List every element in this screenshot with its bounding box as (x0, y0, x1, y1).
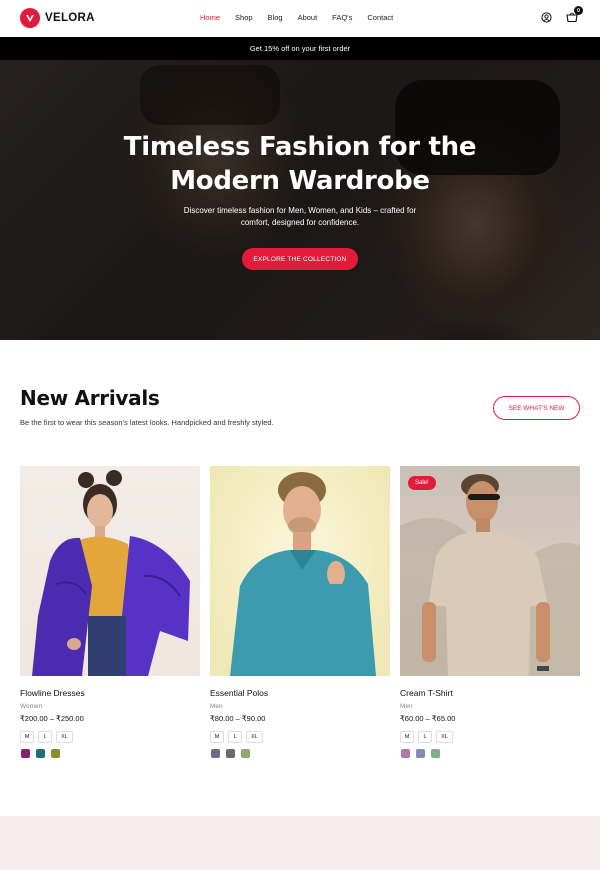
see-whats-new-button[interactable]: SEE WHAT'S NEW (493, 396, 580, 420)
logo-mark-icon (20, 8, 40, 28)
color-swatch[interactable] (401, 749, 410, 758)
product-image[interactable]: Sale! (400, 466, 580, 676)
color-swatch[interactable] (36, 749, 45, 758)
product-category: Men (210, 703, 223, 710)
product-name[interactable]: Essential Polos (210, 688, 390, 698)
color-swatch[interactable] (21, 749, 30, 758)
product-card[interactable]: Essential Polos Men ₹80.00 – ₹90.00 M L … (210, 466, 390, 758)
color-swatch[interactable] (211, 749, 220, 758)
cart-count-badge: 0 (574, 6, 583, 15)
color-swatch[interactable] (431, 749, 440, 758)
product-name[interactable]: Flowline Dresses (20, 688, 200, 698)
cart-icon[interactable]: 0 (566, 6, 583, 23)
product-image[interactable] (20, 466, 200, 676)
hero-title-line1: Timeless Fashion for the (123, 132, 477, 162)
explore-collection-button[interactable]: EXPLORE THE COLLECTION (242, 248, 358, 270)
user-icon[interactable] (540, 11, 552, 23)
hero-overlay (0, 60, 600, 340)
product-name[interactable]: Cream T-Shirt (400, 688, 580, 698)
nav-item-faqs[interactable]: FAQ's (332, 13, 352, 22)
main-nav: Home Shop Blog About FAQ's Contact (200, 13, 408, 22)
size-option-m[interactable]: M (20, 731, 34, 743)
product-price: ₹60.00 – ₹65.00 (400, 714, 456, 723)
color-swatches (20, 749, 200, 758)
new-arrivals-subtitle: Be the first to wear this season's lates… (20, 418, 274, 427)
new-arrivals-title: New Arrivals (20, 386, 160, 410)
product-category: Men (400, 703, 413, 710)
nav-item-about[interactable]: About (298, 13, 318, 22)
nav-item-shop[interactable]: Shop (235, 13, 253, 22)
color-swatches (400, 749, 580, 758)
logo[interactable]: VELORA (20, 8, 95, 28)
color-swatch[interactable] (51, 749, 60, 758)
size-options: M L XL (400, 731, 580, 743)
size-option-xl[interactable]: XL (436, 731, 453, 743)
site-header: VELORA Home Shop Blog About FAQ's Contac… (0, 0, 600, 37)
size-option-l[interactable]: L (38, 731, 52, 743)
size-option-m[interactable]: M (400, 731, 414, 743)
size-option-m[interactable]: M (210, 731, 224, 743)
header-icons: 0 (540, 6, 583, 23)
hero-title: Timeless Fashion for the Modern Wardrobe (0, 130, 600, 198)
product-category: Women (20, 703, 43, 710)
promo-text: Get 15% off on your first order (249, 44, 351, 53)
size-option-xl[interactable]: XL (246, 731, 263, 743)
product-price: ₹80.00 – ₹90.00 (210, 714, 266, 723)
product-card[interactable]: Flowline Dresses Women ₹200.00 – ₹250.00… (20, 466, 200, 758)
size-option-l[interactable]: L (418, 731, 432, 743)
hero-title-line2: Modern Wardrobe (170, 166, 430, 196)
product-price: ₹200.00 – ₹250.00 (20, 714, 84, 723)
color-swatch[interactable] (241, 749, 250, 758)
color-swatch[interactable] (416, 749, 425, 758)
size-options: M L XL (20, 731, 200, 743)
size-options: M L XL (210, 731, 390, 743)
sale-badge: Sale! (408, 476, 436, 490)
hero-subtitle: Discover timeless fashion for Men, Women… (183, 206, 417, 227)
color-swatches (210, 749, 390, 758)
nav-item-home[interactable]: Home (200, 13, 220, 22)
size-option-l[interactable]: L (228, 731, 242, 743)
categories-section-band (0, 816, 600, 870)
hero-banner: Timeless Fashion for the Modern Wardrobe… (0, 60, 600, 340)
size-option-xl[interactable]: XL (56, 731, 73, 743)
promo-bar: Get 15% off on your first order (0, 37, 600, 60)
brand-name: VELORA (45, 12, 95, 24)
nav-item-blog[interactable]: Blog (268, 13, 283, 22)
product-image[interactable] (210, 466, 390, 676)
product-card[interactable]: Sale! Cream T-Shirt Men ₹60.00 – ₹65.00 … (400, 466, 580, 758)
nav-item-contact[interactable]: Contact (367, 13, 393, 22)
color-swatch[interactable] (226, 749, 235, 758)
